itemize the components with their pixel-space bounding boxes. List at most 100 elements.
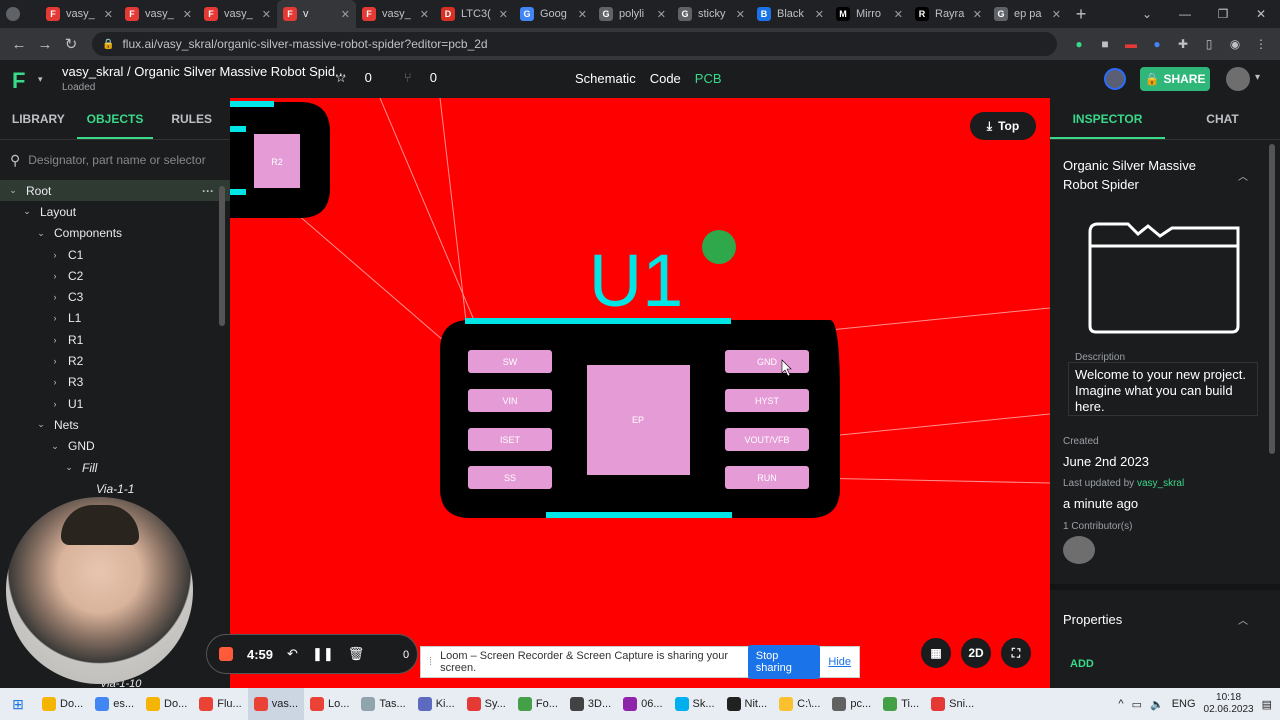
- browser-tab[interactable]: B Black ✕: [751, 0, 830, 28]
- taskbar-item[interactable]: Do...: [36, 688, 89, 720]
- browser-tab[interactable]: Gep pa ✕: [988, 0, 1067, 28]
- taskbar-item[interactable]: Flu...: [193, 688, 247, 720]
- tab-close-icon[interactable]: ✕: [894, 8, 903, 21]
- taskbar-item[interactable]: Do...: [140, 688, 193, 720]
- tree-item-root[interactable]: ⌄ Root ···: [0, 180, 230, 202]
- stop-sharing-button[interactable]: Stop sharing: [747, 645, 821, 679]
- view-top-button[interactable]: ⤓ Top: [970, 112, 1036, 140]
- star-button[interactable]: ☆: [335, 70, 347, 86]
- taskbar-item[interactable]: Nit...: [721, 688, 774, 720]
- url-field[interactable]: 🔒 flux.ai/vasy_skral/organic-silver-mass…: [92, 32, 1057, 56]
- chevron-right-icon[interactable]: ›: [48, 271, 62, 281]
- chevron-right-icon[interactable]: ›: [48, 250, 62, 260]
- share-button[interactable]: 🔒 SHARE: [1140, 67, 1210, 91]
- browser-menu-tab[interactable]: [0, 0, 40, 28]
- logo-caret-icon[interactable]: ▾: [38, 74, 43, 85]
- tab-close-icon[interactable]: ✕: [815, 8, 824, 21]
- tab-close-icon[interactable]: ✕: [973, 8, 982, 21]
- grid-toggle-button[interactable]: ▦: [921, 638, 951, 668]
- tree-item-r3[interactable]: › R3: [0, 372, 230, 393]
- tab-close-icon[interactable]: ✕: [341, 8, 350, 21]
- taskbar-item[interactable]: 3D...: [564, 688, 617, 720]
- tree-item-via-1-1[interactable]: Via-1-1: [0, 478, 230, 499]
- taskbar-item[interactable]: Lo...: [304, 688, 355, 720]
- tree-item-r1[interactable]: › R1: [0, 329, 230, 350]
- tab-close-icon[interactable]: ✕: [183, 8, 192, 21]
- pause-icon[interactable]: ❚❚: [312, 646, 334, 662]
- tray-chevron-icon[interactable]: ^: [1118, 698, 1123, 710]
- browser-tab[interactable]: G Goog ✕: [514, 0, 593, 28]
- chevron-down-icon[interactable]: ▾: [1255, 72, 1260, 83]
- forward-icon[interactable]: →: [32, 36, 58, 53]
- extension-icon[interactable]: ▬: [1118, 37, 1144, 51]
- extension-icon[interactable]: ●: [1066, 37, 1092, 51]
- chevron-right-icon[interactable]: ›: [48, 399, 62, 409]
- chevron-up-icon[interactable]: ︿: [1238, 612, 1248, 627]
- tree-item-nets[interactable]: ⌄ Nets: [0, 414, 230, 435]
- browser-tab[interactable]: Fvasy_ ✕: [198, 0, 277, 28]
- taskbar-item[interactable]: Fo...: [512, 688, 564, 720]
- tree-item-r2[interactable]: › R2: [0, 350, 230, 371]
- updated-by-user[interactable]: vasy_skral: [1137, 478, 1184, 489]
- trash-icon[interactable]: 🗑: [348, 646, 365, 662]
- tree-item-fill[interactable]: ⌄ Fill: [0, 457, 230, 478]
- tree-item-c3[interactable]: › C3: [0, 286, 230, 307]
- taskbar-item[interactable]: Sy...: [461, 688, 512, 720]
- taskbar-item[interactable]: Ki...: [412, 688, 461, 720]
- tree-item-components[interactable]: ⌄ Components: [0, 223, 230, 244]
- tab-close-icon[interactable]: ✕: [657, 8, 666, 21]
- chevron-down-icon[interactable]: ⌄: [62, 462, 76, 473]
- tree-item-gnd[interactable]: ⌄ GND: [0, 436, 230, 457]
- chevron-up-icon[interactable]: ︿: [1238, 168, 1248, 183]
- tab-chat[interactable]: CHAT: [1165, 98, 1280, 139]
- chevron-right-icon[interactable]: ›: [48, 356, 62, 366]
- chevron-right-icon[interactable]: ›: [48, 335, 62, 345]
- extension-icon[interactable]: ●: [1144, 37, 1170, 51]
- hide-banner-link[interactable]: Hide: [828, 656, 851, 668]
- taskbar-item[interactable]: Sk...: [669, 688, 721, 720]
- puzzle-icon[interactable]: ✚: [1170, 37, 1196, 51]
- tab-search-icon[interactable]: ⌄: [1128, 0, 1166, 28]
- tab-close-icon[interactable]: ✕: [499, 8, 508, 21]
- tab-close-icon[interactable]: ✕: [578, 8, 587, 21]
- taskbar-item[interactable]: vas...: [247, 688, 305, 720]
- chevron-right-icon[interactable]: ›: [48, 292, 62, 302]
- collaborator-avatar[interactable]: [1104, 68, 1126, 90]
- taskbar-item[interactable]: pc...: [826, 688, 877, 720]
- description-field[interactable]: Welcome to your new project. Imagine wha…: [1068, 362, 1258, 416]
- sidebar-icon[interactable]: ▯: [1196, 37, 1222, 51]
- tab-close-icon[interactable]: ✕: [736, 8, 745, 21]
- fullscreen-button[interactable]: ⛶: [1001, 638, 1031, 668]
- browser-tab[interactable]: Fv ✕: [277, 0, 356, 28]
- tab-close-icon[interactable]: ✕: [420, 8, 429, 21]
- menu-icon[interactable]: ⋮: [1248, 37, 1274, 51]
- undo-icon[interactable]: ↶: [287, 646, 298, 662]
- lang-indicator[interactable]: ENG: [1172, 698, 1196, 710]
- mode-pcb[interactable]: PCB: [695, 71, 722, 86]
- windows-start-icon[interactable]: ⊞: [0, 696, 36, 713]
- tab-rules[interactable]: RULES: [153, 98, 230, 139]
- minimize-icon[interactable]: —: [1166, 0, 1204, 28]
- browser-tab[interactable]: M Mirro ✕: [830, 0, 909, 28]
- taskbar-item[interactable]: 06...: [617, 688, 668, 720]
- taskbar-item[interactable]: Tas...: [355, 688, 411, 720]
- browser-tab[interactable]: Gpolyli ✕: [593, 0, 672, 28]
- new-tab-button[interactable]: +: [1067, 4, 1095, 25]
- user-avatar[interactable]: [1226, 67, 1250, 91]
- browser-tab[interactable]: Fvasy_ ✕: [40, 0, 119, 28]
- extension-icon[interactable]: ■: [1092, 37, 1118, 51]
- webcam-bubble[interactable]: [6, 497, 193, 684]
- browser-tab[interactable]: Fvasy_ ✕: [119, 0, 198, 28]
- chevron-down-icon[interactable]: ⌄: [34, 228, 48, 239]
- tab-inspector[interactable]: INSPECTOR: [1050, 98, 1165, 139]
- flux-logo[interactable]: F: [12, 68, 25, 94]
- back-icon[interactable]: ←: [6, 36, 32, 53]
- browser-tab[interactable]: Gsticky ✕: [672, 0, 751, 28]
- tab-library[interactable]: LIBRARY: [0, 98, 77, 139]
- inspector-scrollbar[interactable]: [1269, 144, 1275, 454]
- chevron-down-icon[interactable]: ⌄: [48, 441, 62, 452]
- chevron-right-icon[interactable]: ›: [48, 313, 62, 323]
- clock[interactable]: 10:18 02.06.2023: [1204, 692, 1254, 716]
- browser-tab[interactable]: R Rayra ✕: [909, 0, 988, 28]
- tab-objects[interactable]: OBJECTS: [76, 98, 154, 139]
